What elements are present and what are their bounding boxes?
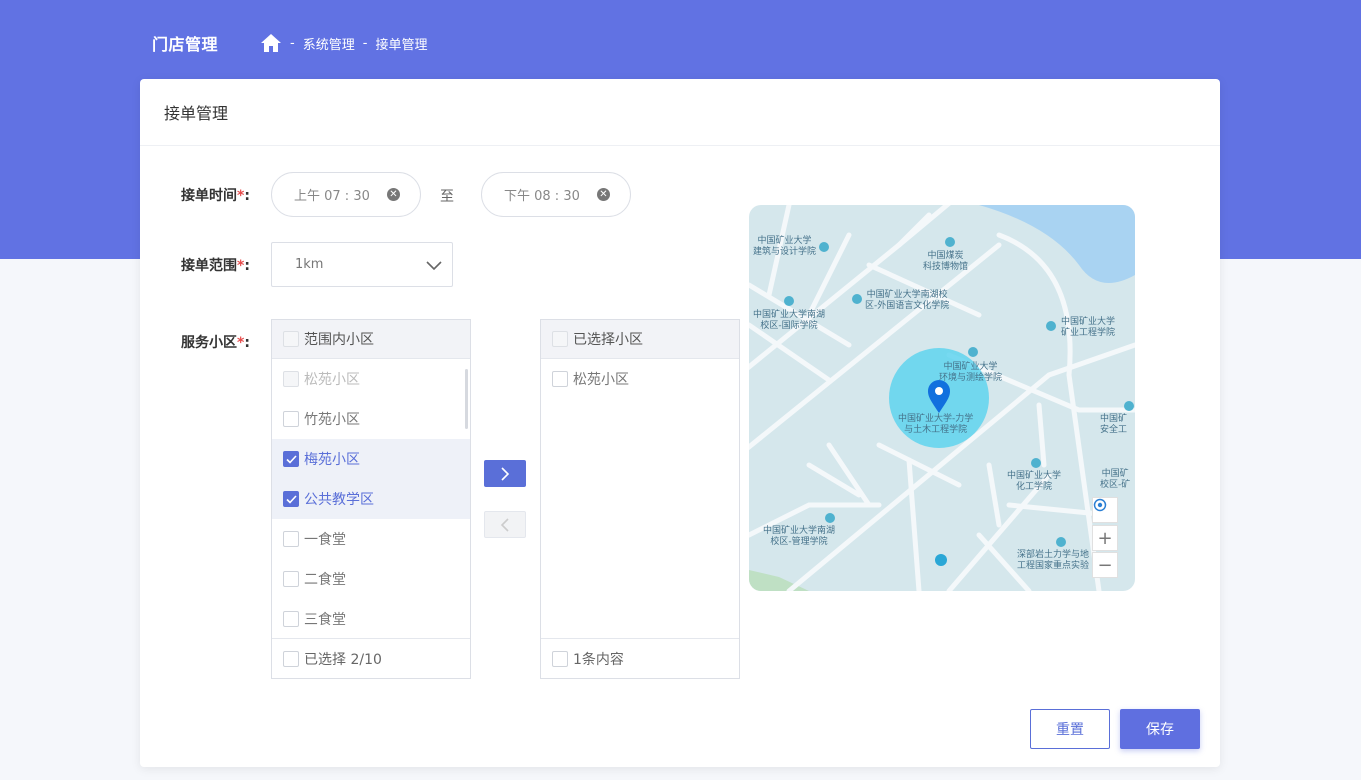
transfer-source-panel: 范围内小区 松苑小区 竹苑小区 梅苑小区 公共教学区 一食堂 二食堂 三食堂 已… <box>271 319 471 679</box>
source-panel-header: 范围内小区 <box>272 320 470 359</box>
item-checkbox[interactable] <box>283 611 299 627</box>
time-to-text: 至 <box>440 189 454 205</box>
zoom-in-button[interactable]: + <box>1092 525 1118 551</box>
map-label: 中国矿业大学 环境与测绘学院 <box>939 362 1003 383</box>
map-label: 中国矿 安全工 <box>1100 414 1128 435</box>
list-item[interactable]: 一食堂 <box>272 519 470 559</box>
check-icon <box>285 454 297 464</box>
item-checkbox <box>283 371 299 387</box>
start-time-input[interactable]: 上午 07 : 30 ✕ <box>271 172 421 217</box>
map-label: 中国矿业大学南湖校 区-外国语言文化学院 <box>865 290 950 311</box>
community-label: 服务小区*: <box>181 335 250 351</box>
item-checkbox[interactable] <box>283 451 299 467</box>
map-label: 中国煤炭 科技博物馆 <box>923 251 969 272</box>
list-item[interactable]: 梅苑小区 <box>272 439 470 479</box>
map-label: 中国矿业大学南湖 校区-国际学院 <box>753 310 826 331</box>
map-label: 深部岩土力学与地 工程国家重点实验 <box>1017 550 1090 571</box>
footer-checkbox[interactable] <box>552 650 568 667</box>
list-item[interactable]: 三食堂 <box>272 599 470 639</box>
list-item: 松苑小区 <box>272 359 470 399</box>
chevron-down-icon <box>426 261 442 271</box>
item-checkbox[interactable] <box>283 411 299 427</box>
item-checkbox[interactable] <box>552 371 568 387</box>
clear-icon[interactable]: ✕ <box>387 188 400 201</box>
home-icon[interactable] <box>260 33 282 53</box>
save-button[interactable]: 保存 <box>1120 709 1200 749</box>
range-select[interactable]: 1km <box>271 242 453 287</box>
map-label: 中国矿业大学南湖 校区-管理学院 <box>763 526 836 547</box>
list-scrollbar[interactable] <box>465 369 468 429</box>
map-label: 中国矿业大学 建筑与设计学院 <box>753 236 817 257</box>
chevron-left-icon <box>500 517 509 532</box>
select-all-checkbox[interactable] <box>283 331 299 347</box>
list-item[interactable]: 二食堂 <box>272 559 470 599</box>
list-item[interactable]: 松苑小区 <box>541 359 739 399</box>
breadcrumb-separator: - <box>290 35 295 51</box>
target-list: 松苑小区 <box>541 359 739 639</box>
check-icon <box>285 494 297 504</box>
item-checkbox[interactable] <box>283 531 299 547</box>
zoom-out-button[interactable]: − <box>1092 552 1118 578</box>
breadcrumb: - 系统管理 - 接单管理 <box>260 33 427 53</box>
map-label: 中国矿 校区-矿 <box>1100 469 1131 490</box>
transfer-target-panel: 已选择小区 松苑小区 1条内容 <box>540 319 740 679</box>
move-left-button[interactable] <box>484 511 526 538</box>
list-item[interactable]: 竹苑小区 <box>272 399 470 439</box>
end-time-input[interactable]: 下午 08 : 30 ✕ <box>481 172 631 217</box>
breadcrumb-system[interactable]: 系统管理 <box>303 34 355 53</box>
reset-button[interactable]: 重置 <box>1030 709 1110 749</box>
locate-icon <box>1093 498 1107 512</box>
map-label: 中国矿业大学 化工学院 <box>1007 471 1062 492</box>
map-label: 中国矿业大学 矿业工程学院 <box>1061 317 1116 338</box>
item-checkbox[interactable] <box>283 491 299 507</box>
breadcrumb-separator: - <box>362 35 368 51</box>
clear-icon[interactable]: ✕ <box>597 188 610 201</box>
card-title: 接单管理 <box>140 79 1220 146</box>
breadcrumb-current: 接单管理 <box>375 37 428 53</box>
chevron-right-icon <box>501 466 510 481</box>
source-panel-footer: 已选择 2/10 <box>272 638 470 678</box>
select-all-checkbox[interactable] <box>552 331 568 347</box>
top-header: 门店管理 - 系统管理 - 接单管理 <box>152 28 427 58</box>
source-list: 松苑小区 竹苑小区 梅苑小区 公共教学区 一食堂 二食堂 三食堂 <box>272 359 470 639</box>
map-label: 中国矿业大学-力学 与土木工程学院 <box>898 414 974 435</box>
locate-button[interactable] <box>1092 497 1118 523</box>
footer-checkbox[interactable] <box>283 650 299 667</box>
item-checkbox[interactable] <box>283 571 299 587</box>
time-label: 接单时间*: <box>181 188 250 204</box>
list-item[interactable]: 公共教学区 <box>272 479 470 519</box>
map-view[interactable]: 中国矿业大学 建筑与设计学院 中国煤炭 科技博物馆 中国矿业大学南湖校 区-外国语言文… <box>749 205 1135 591</box>
brand-title: 门店管理 <box>152 35 219 54</box>
target-panel-footer: 1条内容 <box>541 638 739 678</box>
move-right-button[interactable] <box>484 460 526 487</box>
range-label: 接单范围*: <box>181 258 250 274</box>
target-panel-header: 已选择小区 <box>541 320 739 359</box>
